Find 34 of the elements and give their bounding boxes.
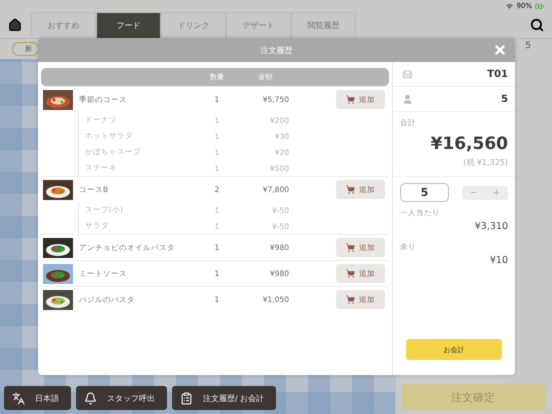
home-icon[interactable] <box>8 18 22 32</box>
category-tab[interactable]: フード <box>96 12 161 38</box>
category-tab[interactable]: 閲覧履歴 <box>291 12 356 38</box>
cart-icon <box>346 243 355 252</box>
footer-button[interactable]: スタッフ呼出 <box>76 386 167 410</box>
chair-icon <box>402 68 413 80</box>
cart-icon <box>346 295 355 304</box>
category-tab[interactable]: ドリンク <box>161 12 226 38</box>
plus-icon <box>492 188 501 197</box>
language-icon <box>12 392 25 404</box>
cart-icon <box>346 185 355 194</box>
footer-button[interactable]: 注文履歴/ お会計 <box>172 386 276 410</box>
per-person-amount: ¥3,310 <box>474 221 508 232</box>
table-number: T01 <box>487 68 508 80</box>
search-icon[interactable] <box>530 18 544 32</box>
footer-button[interactable]: 日本語 <box>4 386 71 410</box>
cart-icon <box>346 95 355 104</box>
guest-count: 5 <box>501 94 508 104</box>
close-button[interactable] <box>493 43 507 57</box>
split-count-field[interactable]: 5 <box>400 183 449 202</box>
cart-icon <box>346 269 355 278</box>
clipboard-icon <box>180 392 193 404</box>
count-label: 5 <box>525 41 531 51</box>
bell-icon <box>84 392 97 404</box>
person-icon <box>402 94 413 104</box>
battery-icon <box>535 2 544 10</box>
category-tab[interactable]: デザート <box>226 12 291 38</box>
category-tab[interactable]: おすすめ <box>31 12 96 38</box>
tax-amount: (税 ¥1,325) <box>463 157 508 168</box>
wifi-icon <box>506 2 514 10</box>
close-icon <box>493 43 507 57</box>
total-amount: ¥16,560 <box>430 134 508 154</box>
remainder-amount: ¥10 <box>490 255 508 266</box>
dialog-title: 注文履歴 <box>260 44 292 56</box>
